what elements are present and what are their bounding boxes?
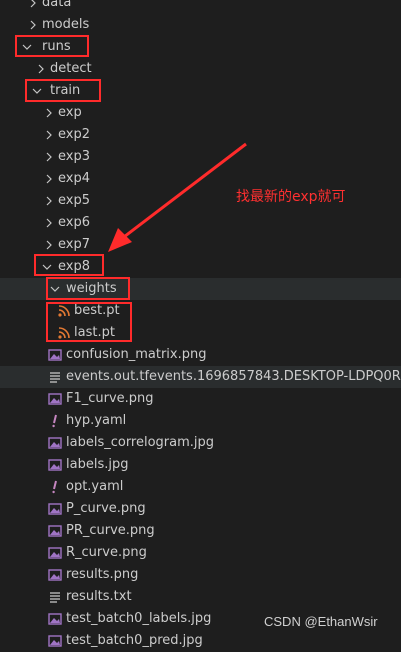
annotation-text: 找最新的exp就可 <box>236 189 346 205</box>
watermark: CSDN @EthanWsir <box>264 614 378 629</box>
annotation-arrow <box>108 142 247 252</box>
